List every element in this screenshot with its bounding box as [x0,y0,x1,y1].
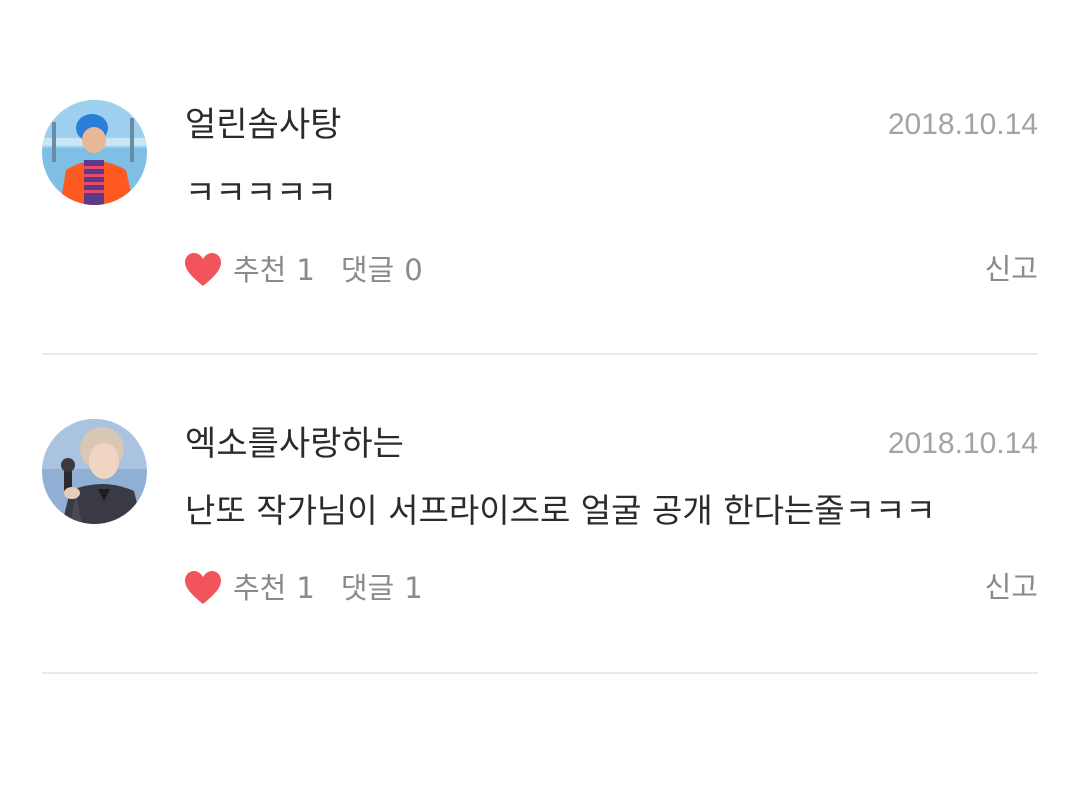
recommend-count: 1 [296,570,315,605]
comment-date: 2018.10.14 [887,427,1038,460]
divider [42,353,1038,355]
avatar-image [42,419,147,524]
report-button[interactable]: 신고 [985,573,1038,602]
recommend-button[interactable]: 추천 1 [183,568,315,608]
divider [42,672,1038,674]
avatar[interactable] [42,419,147,524]
comment-username[interactable]: 엑소를사랑하는 [185,427,404,461]
heart-icon[interactable] [183,568,223,608]
comment-actions: 추천 1 댓글 1 [183,568,423,608]
reply-count: 1 [404,570,423,605]
reply-button[interactable]: 댓글 1 [340,570,423,605]
recommend-label: 추천 [233,570,287,605]
comment-text: 난또 작가님이 서프라이즈로 얼굴 공개 한다는줄ㅋㅋㅋ [185,491,936,530]
comment-item: 엑소를사랑하는 2018.10.14 난또 작가님이 서프라이즈로 얼굴 공개 … [0,0,1080,604]
reply-label: 댓글 [340,570,395,605]
